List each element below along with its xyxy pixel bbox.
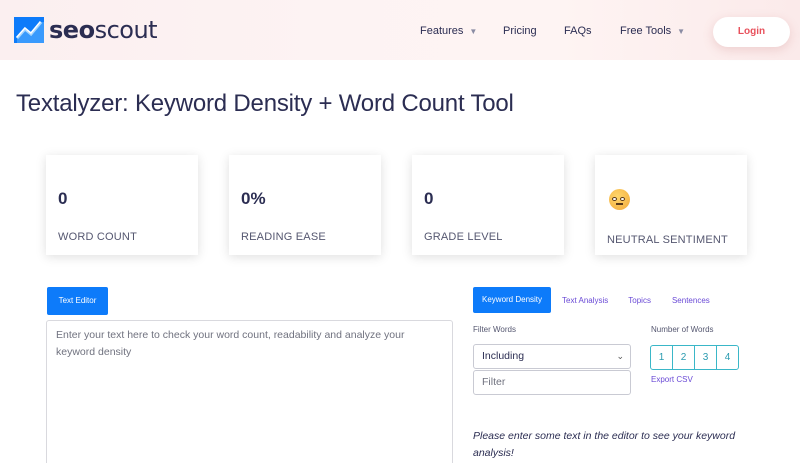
logo-text-bold: seo [49,16,95,44]
empty-analysis-message: Please enter some text in the editor to … [473,430,736,459]
stat-card-grade-level: 0 GRADE LEVEL [412,155,564,255]
filter-mode-select[interactable]: Including ⌄ [473,344,631,369]
neutral-face-icon [609,189,630,210]
reading-ease-value: 0% [241,189,266,208]
caret-down-icon: ▼ [469,26,478,36]
stat-card-word-count: 0 WORD COUNT [46,155,198,255]
logo-text-rest: scout [94,16,158,44]
nav-faqs-label: FAQs [564,25,592,37]
nav-features-label: Features [420,25,464,37]
login-button[interactable]: Login [713,17,790,47]
sentiment-label: NEUTRAL SENTIMENT [607,234,728,246]
tab-keyword-density[interactable]: Keyword Density [473,287,552,313]
grade-level-value: 0 [424,189,434,208]
number-option-3[interactable]: 3 [694,345,717,370]
filter-words-label: Filter Words [473,325,516,334]
word-count-label: WORD COUNT [58,231,137,243]
seoscout-logo[interactable]: seoscout [14,16,158,44]
tab-sentences[interactable]: Sentences [672,296,710,305]
caret-down-icon: ▼ [677,26,686,36]
chevron-down-icon: ⌄ [616,351,624,361]
stat-card-reading-ease: 0% READING EASE [229,155,381,255]
text-editor-textarea[interactable]: Enter your text here to check your word … [46,320,453,463]
logo-text: seoscout [49,16,158,44]
tab-topics[interactable]: Topics [628,296,651,305]
site-header: seoscout Features ▼ Pricing FAQs Free To… [0,0,800,60]
word-count-value: 0 [58,189,68,208]
nav-pricing-label: Pricing [503,25,537,37]
stat-card-sentiment: NEUTRAL SENTIMENT [595,155,747,255]
number-of-words-group: 1 2 3 4 [650,345,739,370]
nav-features[interactable]: Features ▼ [420,25,477,37]
nav-pricing[interactable]: Pricing [503,25,537,37]
tab-text-analysis[interactable]: Text Analysis [562,296,608,305]
page-title: Textalyzer: Keyword Density + Word Count… [16,90,514,117]
number-option-4[interactable]: 4 [716,345,739,370]
export-csv-link[interactable]: Export CSV [651,375,693,384]
nav-free-tools-label: Free Tools [620,25,672,37]
logo-chart-icon [14,17,44,43]
nav-free-tools[interactable]: Free Tools ▼ [620,25,685,37]
reading-ease-label: READING EASE [241,231,326,243]
number-of-words-label: Number of Words [651,325,714,334]
analysis-tabs: Keyword Density Text Analysis Topics Sen… [473,287,710,313]
filter-input[interactable]: Filter [473,370,631,395]
grade-level-label: GRADE LEVEL [424,231,503,243]
number-option-1[interactable]: 1 [650,345,673,370]
number-option-2[interactable]: 2 [672,345,695,370]
nav-faqs[interactable]: FAQs [564,25,592,37]
text-editor-tab[interactable]: Text Editor [47,287,108,315]
filter-mode-value: Including [482,350,525,362]
